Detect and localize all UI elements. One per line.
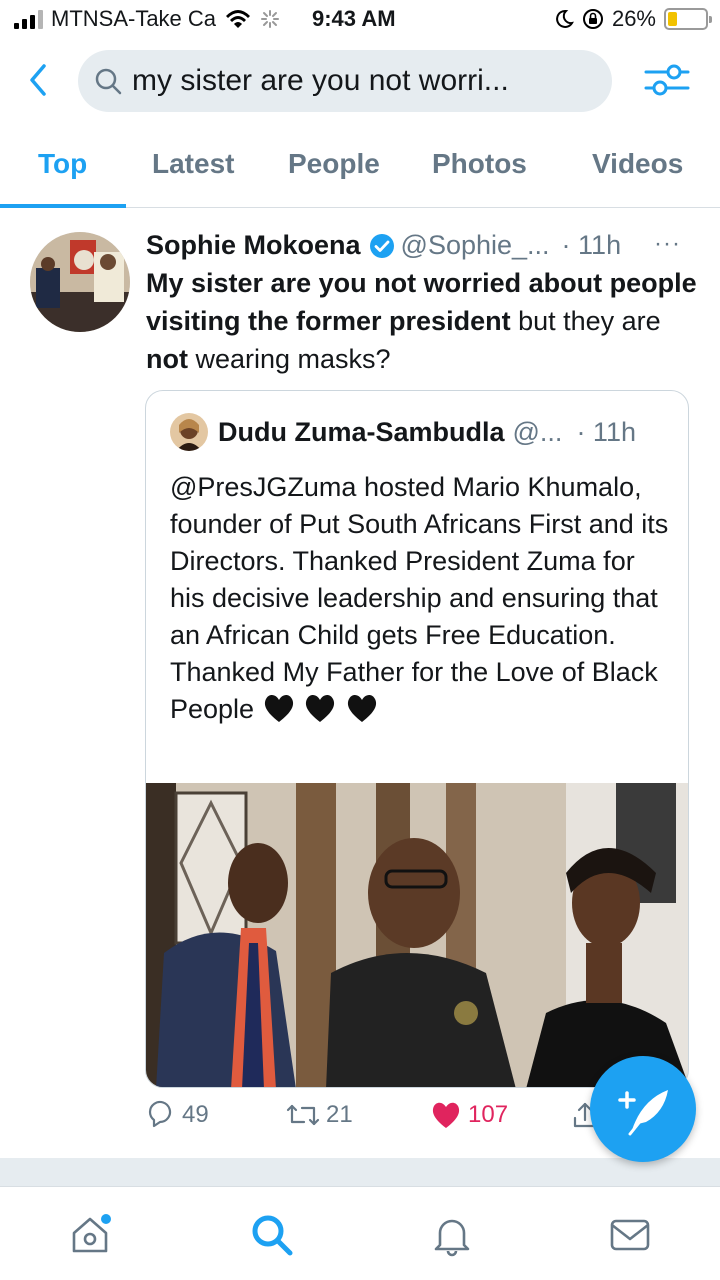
like-count: 107 (468, 1101, 509, 1128)
quoted-author-name: Dudu Zuma-Sambudla (218, 416, 505, 447)
quoted-tweet[interactable]: Dudu Zuma-Sambudla @... · 11h @PresJGZum… (145, 390, 689, 1088)
author-name[interactable]: Sophie Mokoena (146, 230, 361, 261)
bell-icon[interactable] (430, 1213, 474, 1257)
clock: 9:43 AM (312, 6, 396, 31)
wifi-icon (226, 10, 251, 28)
black-heart-icon (264, 694, 293, 722)
search-header: my sister are you not worri... (0, 44, 720, 120)
author-handle: @Sophie_... (400, 230, 550, 260)
tab-photos[interactable]: Photos (432, 148, 527, 180)
tweet-text-bold-2: not (146, 344, 188, 374)
quoted-avatar (170, 413, 208, 451)
tweet[interactable]: Sophie Mokoena @Sophie_... · 11h ··· My … (0, 220, 720, 1150)
verified-badge-icon (369, 233, 394, 258)
quoted-tweet-photo[interactable] (146, 783, 689, 1088)
tweet-text: My sister are you not worried about peop… (146, 264, 706, 378)
search-filter-button[interactable] (644, 60, 690, 100)
status-bar: MTNSA-Take Ca 9:43 AM 26% (0, 0, 720, 40)
rotation-lock-icon (582, 9, 603, 29)
reply-count: 49 (182, 1101, 209, 1128)
avatar[interactable] (30, 232, 130, 332)
status-left: MTNSA-Take Ca (14, 6, 280, 32)
tab-top[interactable]: Top (38, 148, 87, 180)
search-input[interactable]: my sister are you not worri... (78, 50, 612, 112)
tab-videos[interactable]: Videos (592, 148, 683, 180)
retweet-icon (286, 1104, 320, 1126)
home-icon[interactable] (68, 1213, 112, 1257)
feed-separator (0, 1158, 720, 1186)
activity-spinner-icon (261, 10, 280, 28)
black-hearts-emoji (262, 694, 379, 724)
quoted-author-handle: @... (512, 416, 563, 447)
black-heart-icon (347, 694, 376, 722)
search-tabs: Top Latest People Photos Videos (0, 136, 720, 208)
black-heart-icon (306, 694, 335, 722)
more-options-button[interactable]: ··· (654, 230, 710, 258)
bottom-navigation (0, 1186, 720, 1280)
battery-icon (664, 8, 712, 30)
reply-icon (148, 1100, 172, 1128)
signal-icon (14, 9, 43, 29)
tweet-text-plain-1: but they are (510, 306, 661, 336)
retweet-button[interactable]: 21 (286, 1100, 353, 1130)
like-button[interactable]: 107 (430, 1100, 508, 1130)
tweet-text-plain-2: wearing masks? (187, 344, 391, 374)
compose-tweet-icon (618, 1090, 668, 1136)
moon-icon (556, 9, 574, 28)
tweet-time: · 11h (561, 230, 622, 260)
search-query: my sister are you not worri... (132, 64, 509, 97)
quoted-text: @PresJGZuma hosted Mario Khumalo, founde… (170, 472, 669, 724)
explore-search-icon[interactable] (250, 1213, 294, 1257)
tweet-header: Sophie Mokoena @Sophie_... · 11h (146, 230, 696, 261)
active-tab-indicator (0, 204, 126, 208)
reply-button[interactable]: 49 (146, 1100, 209, 1130)
quoted-tweet-header: Dudu Zuma-Sambudla @... · 11h (170, 413, 636, 451)
status-right: 26% (554, 6, 712, 32)
back-button[interactable] (22, 60, 54, 100)
carrier-name: MTNSA-Take Ca (51, 6, 217, 31)
heart-icon (432, 1102, 460, 1128)
search-icon (95, 68, 122, 95)
tab-people[interactable]: People (288, 148, 380, 180)
quoted-tweet-text: @PresJGZuma hosted Mario Khumalo, founde… (170, 469, 670, 728)
tab-latest[interactable]: Latest (152, 148, 234, 180)
mail-icon[interactable] (608, 1213, 652, 1257)
quoted-tweet-time: · 11h (576, 416, 636, 447)
compose-tweet-button[interactable] (590, 1056, 696, 1162)
battery-percent: 26% (611, 6, 656, 31)
retweet-count: 21 (326, 1101, 353, 1128)
